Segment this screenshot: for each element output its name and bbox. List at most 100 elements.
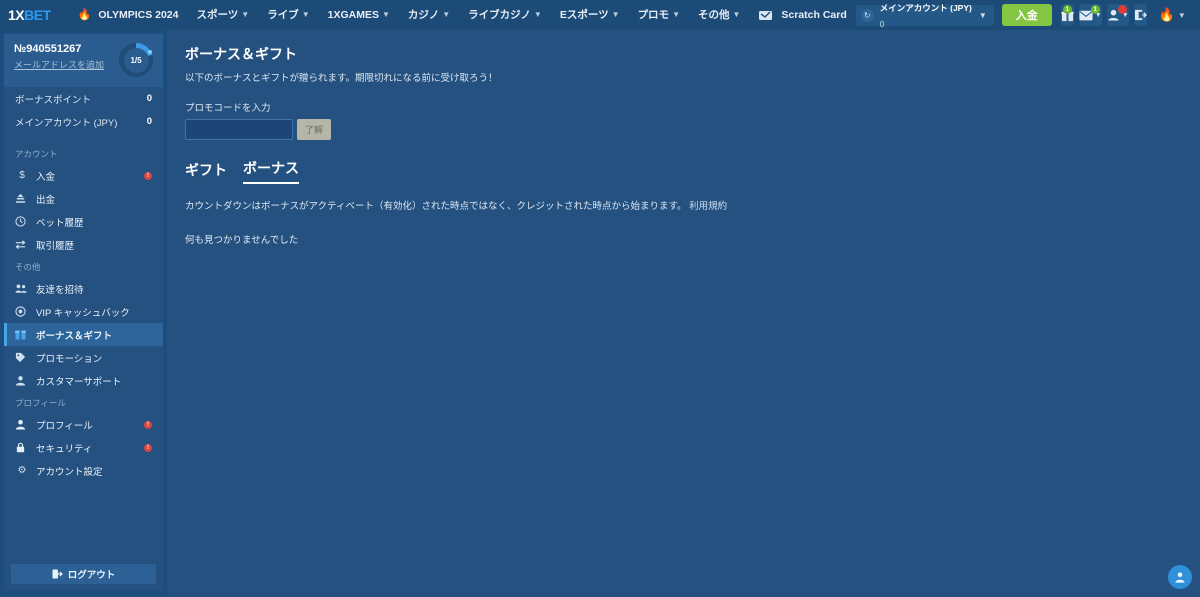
sidebar-item-profile[interactable]: プロフィール ! xyxy=(4,413,163,436)
flame-icon: 🔥 xyxy=(1158,7,1175,22)
nav-label: その他 xyxy=(697,9,730,21)
progress-dot-icon xyxy=(147,50,152,54)
deposit-button[interactable]: 入金 xyxy=(1001,4,1052,26)
stat-label: メインアカウント (JPY) xyxy=(15,117,118,129)
chevron-down-icon: ▼ xyxy=(732,10,741,19)
exit-icon xyxy=(1134,9,1147,21)
promo-code-submit-button[interactable]: 了解 xyxy=(297,119,332,140)
sidebar-item-label: ベット履歴 xyxy=(36,217,84,229)
nav-item-sports[interactable]: スポーツ ▼ xyxy=(187,0,258,30)
profile-icon xyxy=(15,419,29,430)
page-body: №940551267 メールアドレスを追加 1/5 ボーナスポイント 0 メイン… xyxy=(0,30,1200,597)
chevron-down-icon: ▼ xyxy=(381,10,390,19)
promo-code-label: プロモコードを入力 xyxy=(185,103,271,114)
add-email-label: メールアドレスを追加 xyxy=(14,60,105,70)
nav-item-scratch-card[interactable]: Scratch Card xyxy=(749,0,855,30)
sidebar-item-vip-cashback[interactable]: VIP キャッシュバック xyxy=(4,300,163,323)
sidebar-item-label: 友達を招待 xyxy=(36,284,84,296)
sidebar-item-deposit[interactable]: $ 入金 ! xyxy=(4,164,163,187)
logout-button[interactable]: ログアウト xyxy=(11,564,156,584)
support-chat-fab[interactable] xyxy=(1168,565,1192,589)
bonus-flame-button[interactable]: 🔥 ▼ xyxy=(1152,4,1193,26)
clock-time-button[interactable]: 16:37 ▼ xyxy=(1193,4,1200,26)
nav-item-live[interactable]: ライブ ▼ xyxy=(258,0,318,30)
sidebar-item-transaction-history[interactable]: 取引履歴 xyxy=(4,233,163,256)
nav-label: Scratch Card xyxy=(781,9,847,21)
sidebar-item-label: 入金 xyxy=(36,171,56,183)
nav-item-promo[interactable]: プロモ ▼ xyxy=(629,0,689,30)
sidebar-item-bet-history[interactable]: ベット履歴 xyxy=(4,210,163,233)
account-balance-text: メインアカウント (JPY) 0 xyxy=(880,0,972,31)
countdown-note-text: カウントダウンはボーナスがアクティベート（有効化）された時点ではなく、クレジット… xyxy=(185,201,687,212)
mail-badge: 1 xyxy=(1090,5,1100,14)
sidebar-item-label: カスタマーサポート xyxy=(36,376,122,388)
tab-gifts[interactable]: ギフト xyxy=(185,160,227,184)
friends-icon xyxy=(15,283,29,294)
sidebar-group-title-other: その他 xyxy=(15,262,41,272)
page-subtitle: 以下のボーナスとギフトが贈られます。期限切れになる前に受け取ろう！ xyxy=(185,73,498,84)
sidebar-item-label: 取引履歴 xyxy=(36,240,75,252)
sidebar-item-withdraw[interactable]: 出金 xyxy=(4,187,163,210)
nav-item-more[interactable]: その他 ▼ xyxy=(689,0,749,30)
account-name: メインアカウント (JPY) xyxy=(879,3,972,13)
promo-tag-icon xyxy=(15,352,29,363)
nav-label: Eスポーツ xyxy=(559,9,609,21)
torch-icon: 🔥 xyxy=(77,9,92,21)
nav-item-live-casino[interactable]: ライブカジノ ▼ xyxy=(459,0,551,30)
main-nav: 🔥 OLYMPICS 2024 スポーツ ▼ ライブ ▼ 1XGAMES ▼ カ… xyxy=(69,0,856,30)
sidebar-item-label: ボーナス＆ギフト xyxy=(36,330,113,342)
transfer-icon xyxy=(15,239,29,250)
logout-arrow-icon xyxy=(52,569,63,579)
chevron-down-icon: ▼ xyxy=(978,10,987,20)
sidebar-item-label: セキュリティ xyxy=(36,443,93,455)
add-email-link[interactable]: メールアドレスを追加 xyxy=(14,58,104,71)
profile-completion-ring[interactable]: 1/5 xyxy=(119,43,153,77)
warning-badge: ! xyxy=(144,420,152,429)
logout-container: ログアウト xyxy=(4,558,163,591)
sidebar-item-bonus-gifts[interactable]: ボーナス＆ギフト xyxy=(4,323,163,346)
account-balance-selector[interactable]: ↻ メインアカウント (JPY) 0 ▼ xyxy=(855,4,994,29)
sidebar-item-invite-friends[interactable]: 友達を招待 xyxy=(4,277,163,300)
stat-label: ボーナスポイント xyxy=(15,94,92,106)
brand-logo[interactable]: 1XBET xyxy=(8,7,51,23)
sidebar-item-label: VIP キャッシュバック xyxy=(36,307,130,319)
sidebar-group-title-account: アカウント xyxy=(15,149,58,159)
nav-item-olympics[interactable]: 🔥 OLYMPICS 2024 xyxy=(69,0,188,30)
tab-bonuses[interactable]: ボーナス xyxy=(243,158,299,184)
support-icon xyxy=(15,375,29,386)
user-menu-button[interactable]: ▼ xyxy=(1106,4,1129,26)
chevron-down-icon: ▼ xyxy=(672,10,680,19)
chevron-down-icon: ▼ xyxy=(301,10,310,19)
clock-icon xyxy=(15,216,29,227)
sidebar-item-label: プロフィール xyxy=(36,420,93,432)
main-content: ボーナス＆ギフト 以下のボーナスとギフトが贈られます。期限切れになる前に受け取ろ… xyxy=(167,30,1200,597)
empty-state-message: 何も見つかりませんでした xyxy=(185,235,299,246)
mail-icon-button[interactable]: ▼ 1 xyxy=(1078,4,1102,26)
dollar-icon: $ xyxy=(19,170,25,181)
promo-code-input[interactable] xyxy=(185,119,293,140)
refresh-icon[interactable]: ↻ xyxy=(860,8,874,22)
terms-link[interactable]: 利用規約 xyxy=(689,201,727,212)
stat-value: 0 xyxy=(146,116,152,127)
top-header: 1XBET 🔥 OLYMPICS 2024 スポーツ ▼ ライブ ▼ 1XGAM… xyxy=(0,0,1200,30)
nav-label: カジノ xyxy=(407,9,440,21)
withdraw-icon xyxy=(15,193,29,204)
sidebar-item-security[interactable]: セキュリティ ! xyxy=(4,436,163,459)
page-title: ボーナス＆ギフト xyxy=(185,46,297,62)
gift-badge: 1 xyxy=(1062,5,1072,14)
account-summary-card: №940551267 メールアドレスを追加 1/5 xyxy=(4,34,163,87)
nav-item-casino[interactable]: カジノ ▼ xyxy=(399,0,459,30)
logo-text-1x: 1X xyxy=(8,7,25,23)
nav-item-1xgames[interactable]: 1XGAMES ▼ xyxy=(319,0,399,30)
sidebar-item-promotions[interactable]: プロモーション xyxy=(4,346,163,369)
nav-label: OLYMPICS 2024 xyxy=(98,9,179,21)
chevron-down-icon: ▼ xyxy=(442,10,451,19)
sidebar-item-label: 出金 xyxy=(36,194,56,206)
user-badge xyxy=(1117,5,1127,14)
nav-item-esports[interactable]: Eスポーツ ▼ xyxy=(551,0,629,30)
exit-icon-button[interactable] xyxy=(1133,4,1147,26)
sidebar-item-customer-support[interactable]: カスタマーサポート xyxy=(4,369,163,392)
logo-text-bet: BET xyxy=(24,7,51,23)
sidebar-item-account-settings[interactable]: ⚙ アカウント設定 xyxy=(4,459,163,482)
gift-icon-button[interactable]: 1 xyxy=(1060,4,1074,26)
